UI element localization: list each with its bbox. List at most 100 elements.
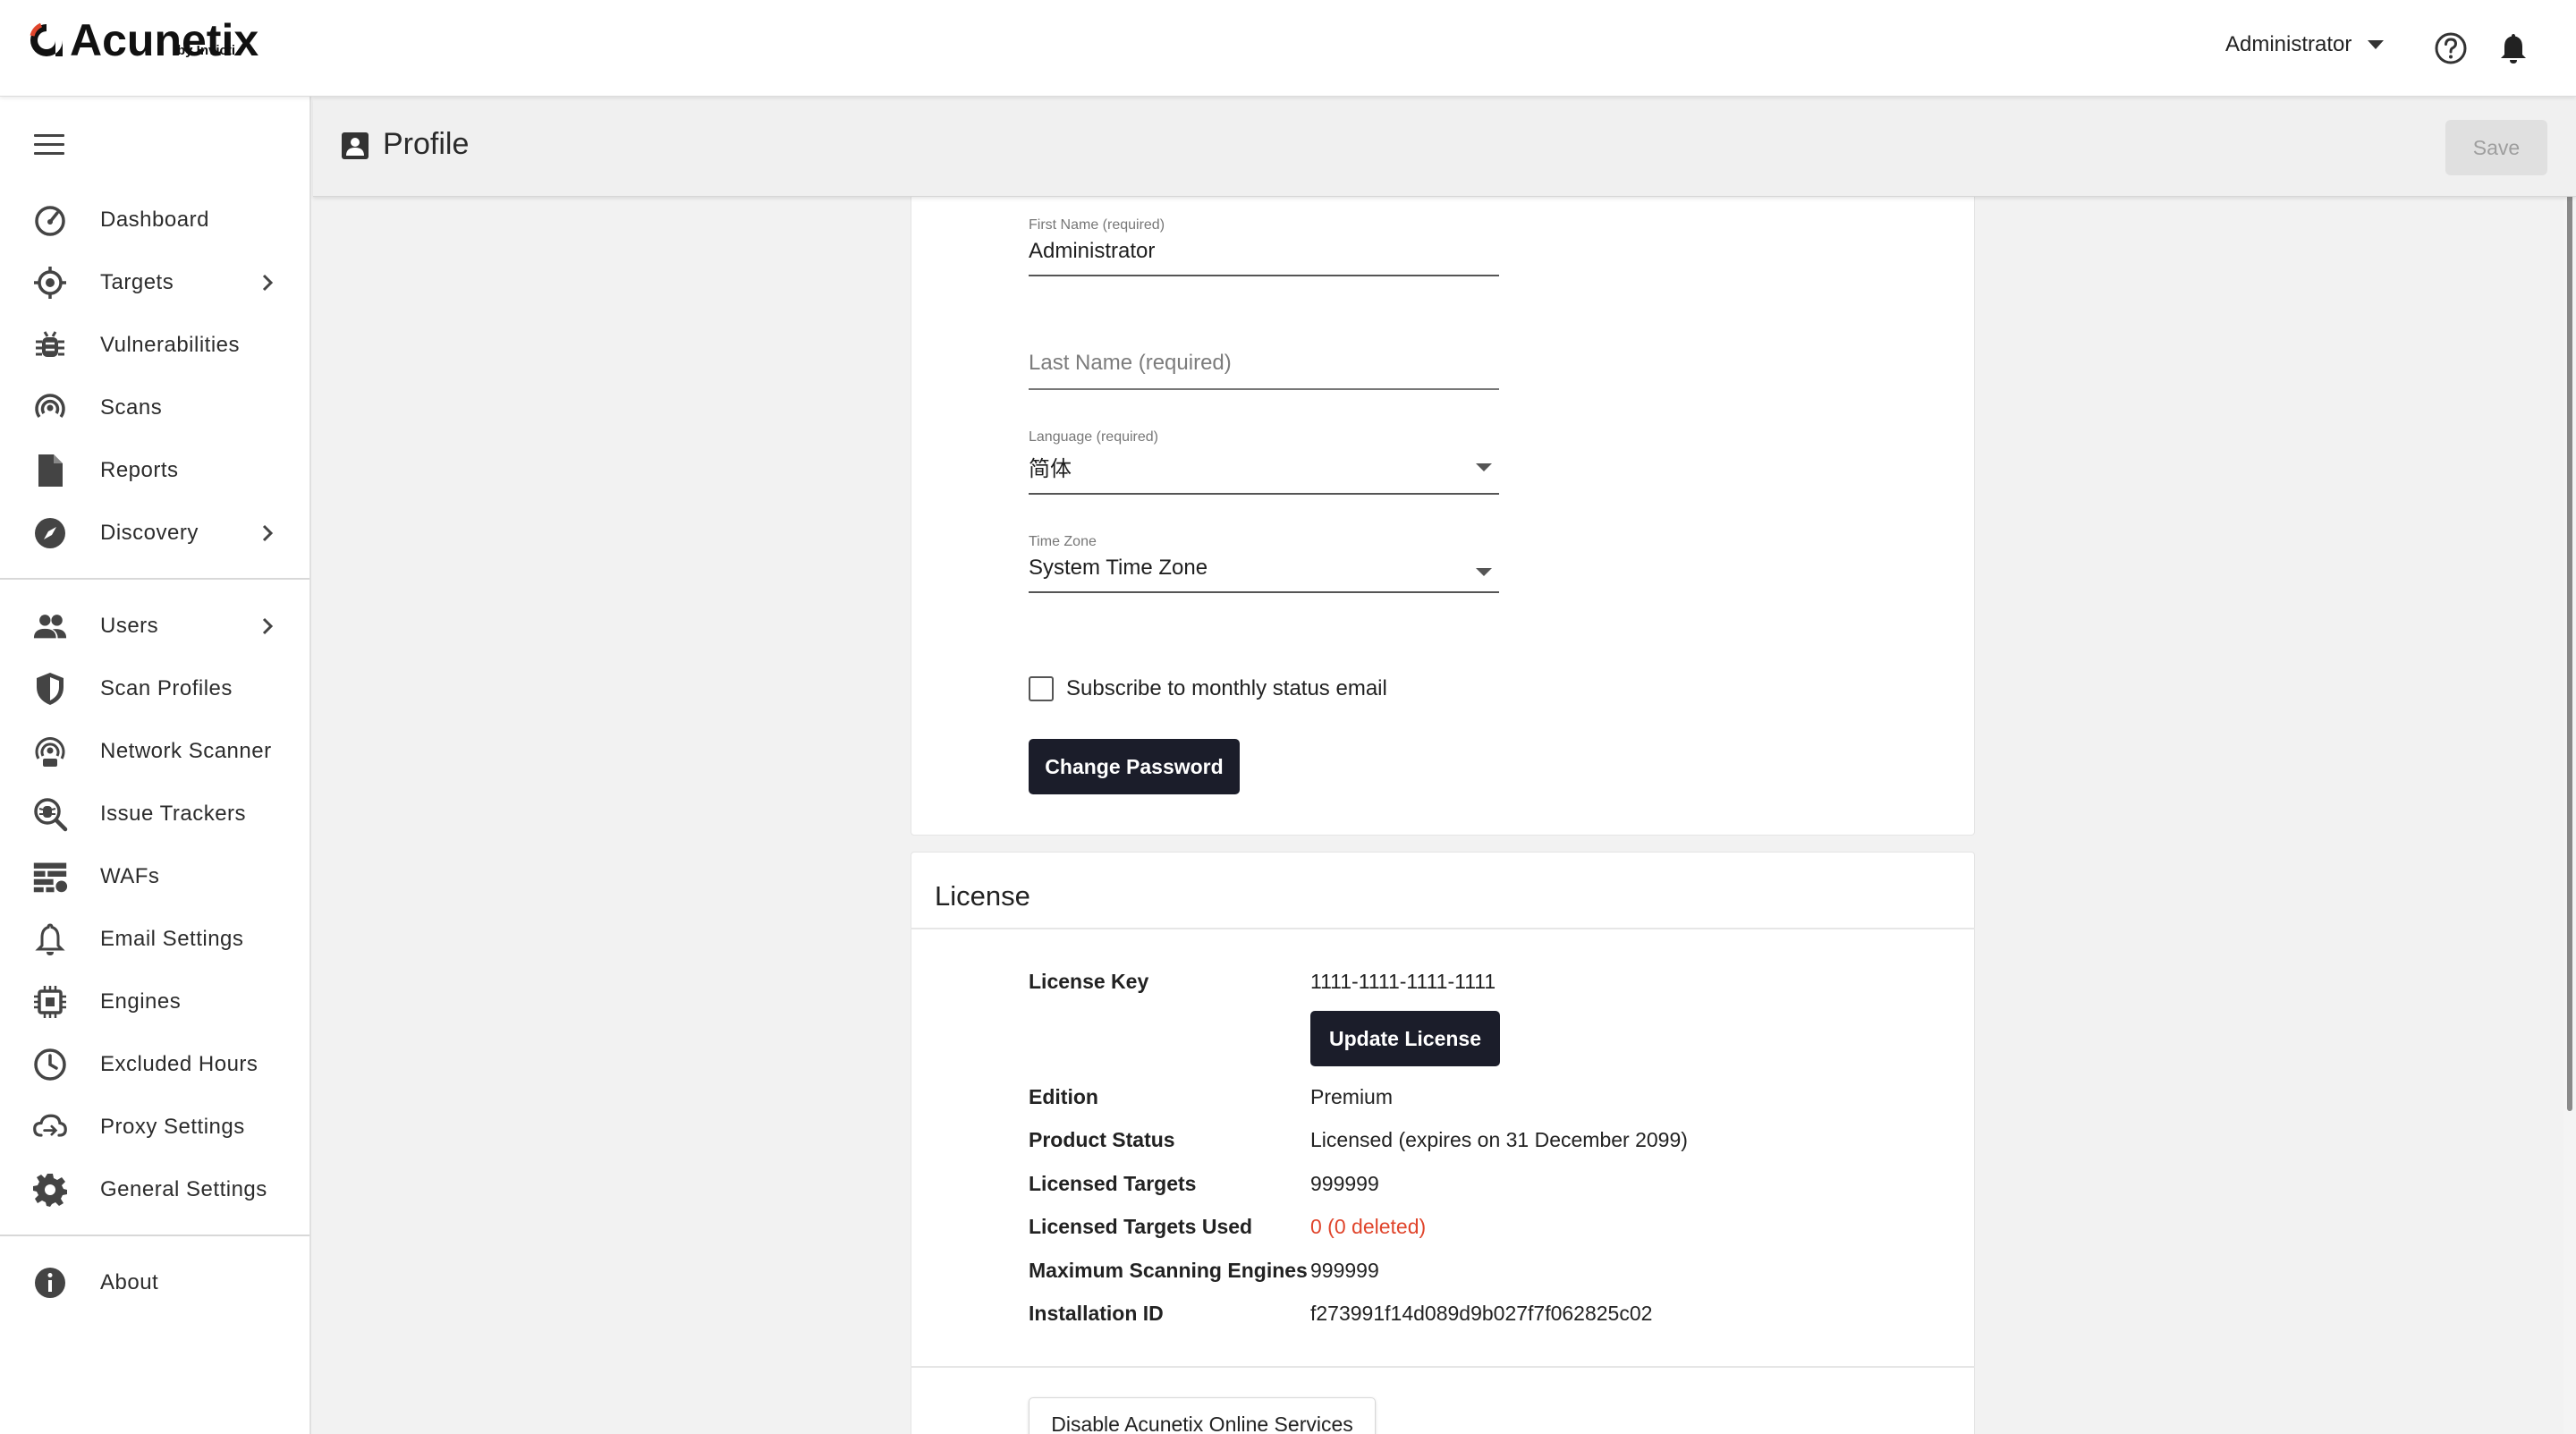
target-icon — [32, 265, 68, 301]
save-button[interactable]: Save — [2445, 120, 2547, 175]
disable-online-services-button[interactable]: Disable Acunetix Online Services — [1029, 1397, 1376, 1434]
users-icon — [32, 608, 68, 644]
sidebar-item-label: Scans — [100, 395, 163, 420]
dashboard-icon — [32, 202, 68, 238]
sidebar-item-users[interactable]: Users — [0, 599, 309, 653]
licensed-targets-value: 999999 — [1310, 1172, 1379, 1195]
user-menu[interactable]: Administrator — [2225, 32, 2385, 57]
language-underline — [1029, 493, 1499, 495]
timezone-value: System Time Zone — [1029, 556, 1208, 580]
sidebar: Dashboard Targets Vulnerabilities Scans … — [0, 97, 311, 1434]
clock-icon — [32, 1047, 68, 1082]
page-scrollbar[interactable] — [2563, 98, 2576, 1434]
licensed-targets-label: Licensed Targets — [1029, 1172, 1197, 1195]
chevron-right-icon — [258, 273, 277, 293]
sidebar-item-dashboard[interactable]: Dashboard — [0, 193, 309, 247]
chevron-right-icon — [258, 616, 277, 636]
sidebar-item-vulnerabilities[interactable]: Vulnerabilities — [0, 318, 309, 372]
menu-toggle-icon[interactable] — [34, 134, 64, 156]
sidebar-item-label: Issue Trackers — [100, 802, 247, 826]
sidebar-item-label: Network Scanner — [100, 739, 272, 763]
licensed-targets-used-value: 0 (0 deleted) — [1310, 1215, 1427, 1238]
sidebar-item-wafs[interactable]: WAFs — [0, 850, 309, 904]
edition-value: Premium — [1310, 1085, 1394, 1108]
language-label: Language (required) — [1029, 429, 1158, 445]
proxy-icon — [32, 1109, 68, 1145]
max-scanning-engines-value: 999999 — [1310, 1259, 1379, 1282]
sidebar-item-proxy-settings[interactable]: Proxy Settings — [0, 1100, 309, 1154]
sidebar-divider — [0, 1235, 309, 1236]
sidebar-item-label: Vulnerabilities — [100, 333, 241, 357]
sidebar-item-excluded-hours[interactable]: Excluded Hours — [0, 1038, 309, 1091]
sidebar-item-label: Targets — [100, 270, 174, 294]
sidebar-item-scans[interactable]: Scans — [0, 381, 309, 435]
network-scanner-icon — [32, 734, 68, 769]
first-name-value: Administrator — [1029, 239, 1156, 263]
sidebar-item-network-scanner[interactable]: Network Scanner — [0, 725, 309, 778]
sidebar-item-label: Engines — [100, 989, 182, 1014]
sidebar-divider — [0, 578, 309, 580]
max-scanning-engines-label: Maximum Scanning Engines — [1029, 1259, 1308, 1282]
shield-icon — [32, 671, 68, 707]
user-menu-label: Administrator — [2225, 32, 2352, 56]
installation-id-label: Installation ID — [1029, 1302, 1164, 1325]
sidebar-item-reports[interactable]: Reports — [0, 444, 309, 497]
help-icon[interactable] — [2433, 30, 2469, 66]
license-key-label: License Key — [1029, 970, 1149, 993]
last-name-underline — [1029, 388, 1499, 390]
info-icon — [32, 1265, 68, 1301]
sidebar-item-label: Excluded Hours — [100, 1052, 258, 1076]
update-license-button[interactable]: Update License — [1310, 1011, 1500, 1066]
scan-icon — [32, 390, 68, 426]
sidebar-item-label: General Settings — [100, 1177, 267, 1201]
sidebar-item-targets[interactable]: Targets — [0, 256, 309, 310]
sidebar-item-label: Discovery — [100, 521, 199, 545]
last-name-field[interactable]: Last Name (required) — [1029, 351, 1499, 390]
sidebar-item-label: Dashboard — [100, 208, 209, 232]
timezone-underline — [1029, 591, 1499, 593]
chevron-down-icon — [2368, 40, 2385, 49]
sidebar-item-email-settings[interactable]: Email Settings — [0, 912, 309, 966]
subscribe-label: Subscribe to monthly status email — [1066, 676, 1387, 700]
chevron-right-icon — [258, 523, 277, 543]
first-name-label: First Name (required) — [1029, 217, 1165, 233]
top-bar: Acunetix by Invicti Administrator — [0, 0, 2576, 97]
sidebar-item-label: About — [100, 1270, 159, 1294]
license-title: License — [935, 880, 1030, 912]
sidebar-item-label: Reports — [100, 458, 179, 482]
license-header-divider — [911, 928, 1975, 929]
sidebar-item-general-settings[interactable]: General Settings — [0, 1163, 309, 1217]
license-footer-divider — [911, 1366, 1975, 1368]
chevron-down-icon — [1476, 463, 1492, 471]
license-key-value: 1111-1111-1111-1111 — [1310, 970, 1496, 993]
profile-icon — [340, 131, 370, 161]
subscribe-checkbox[interactable] — [1029, 676, 1054, 701]
installation-id-value: f273991f14d089d9b027f7f062825c02 — [1310, 1302, 1653, 1325]
chevron-down-icon — [1476, 568, 1492, 576]
notification-bell-icon[interactable] — [2496, 30, 2531, 66]
waf-icon — [32, 859, 68, 895]
page-header: Profile Save — [313, 98, 2576, 197]
sidebar-item-issue-trackers[interactable]: Issue Trackers — [0, 787, 309, 841]
sidebar-item-discovery[interactable]: Discovery — [0, 506, 309, 560]
sidebar-item-label: WAFs — [100, 864, 160, 888]
last-name-placeholder: Last Name (required) — [1029, 351, 1232, 375]
scrollbar-thumb[interactable] — [2567, 118, 2572, 1111]
sidebar-item-label: Proxy Settings — [100, 1115, 245, 1139]
sidebar-item-label: Users — [100, 614, 159, 638]
acunetix-logo-icon — [29, 21, 64, 59]
sidebar-item-scan-profiles[interactable]: Scan Profiles — [0, 662, 309, 716]
change-password-button[interactable]: Change Password — [1029, 739, 1240, 794]
sidebar-item-label: Email Settings — [100, 927, 244, 951]
timezone-select[interactable]: Time Zone System Time Zone — [1029, 534, 1499, 593]
bug-icon — [32, 327, 68, 363]
report-icon — [32, 453, 68, 488]
product-status-label: Product Status — [1029, 1128, 1175, 1151]
language-select[interactable]: Language (required) 简体 — [1029, 429, 1499, 495]
sidebar-item-engines[interactable]: Engines — [0, 975, 309, 1029]
first-name-underline — [1029, 275, 1499, 276]
sidebar-item-about[interactable]: About — [0, 1256, 309, 1310]
chip-icon — [32, 984, 68, 1020]
first-name-field[interactable]: First Name (required) Administrator — [1029, 217, 1499, 276]
licensed-targets-used-label: Licensed Targets Used — [1029, 1215, 1253, 1238]
